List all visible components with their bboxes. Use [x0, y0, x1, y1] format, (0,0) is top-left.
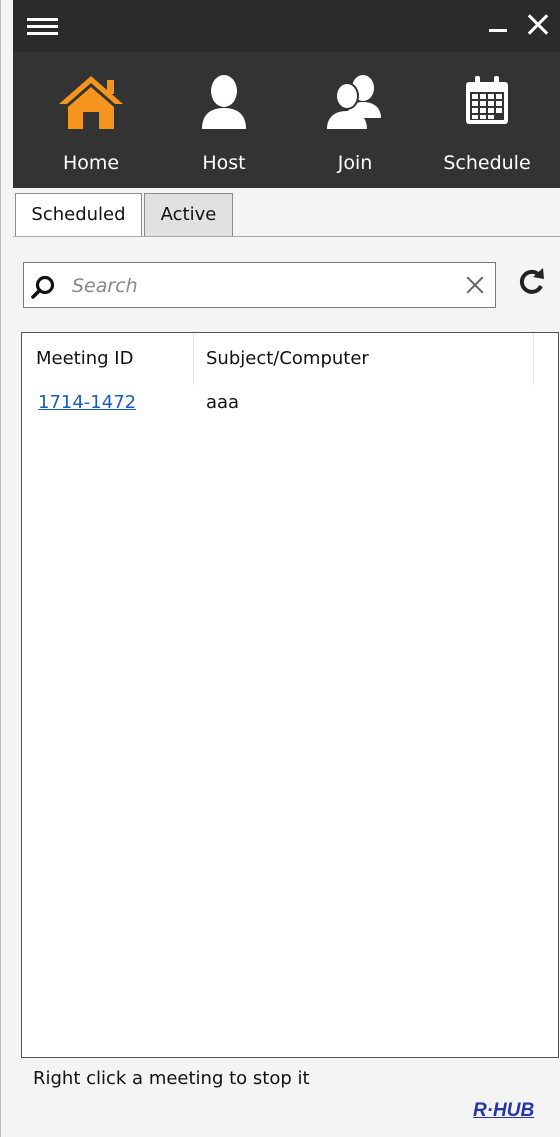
table-header: Meeting ID Subject/Computer [22, 333, 558, 385]
tab-scheduled[interactable]: Scheduled [15, 193, 142, 236]
toolbar-label-home: Home [62, 152, 120, 174]
column-header-meeting-id[interactable]: Meeting ID [22, 333, 194, 385]
person-icon [202, 75, 246, 129]
table-row[interactable]: 1714-1472 aaa [22, 385, 558, 421]
minimize-icon[interactable] [481, 8, 515, 42]
close-icon[interactable] [521, 8, 555, 42]
hamburger-icon[interactable] [27, 18, 58, 36]
clear-search-icon[interactable] [462, 272, 488, 298]
hint-text: Right click a meeting to stop it [33, 1068, 310, 1089]
toolbar-item-schedule[interactable]: Schedule [427, 52, 547, 188]
calendar-icon [466, 76, 508, 124]
refresh-icon[interactable] [513, 264, 549, 300]
main-toolbar: Home Host Join Schedule [13, 52, 560, 188]
meeting-subject: aaa [206, 392, 240, 413]
search-box [23, 262, 496, 308]
people-icon [327, 75, 381, 129]
search-input[interactable] [70, 269, 464, 303]
app-window: Home Host Join Schedule Scheduled Active… [0, 0, 560, 1137]
meetings-table: Meeting ID Subject/Computer 1714-1472 aa… [21, 332, 559, 1058]
toolbar-label-host: Host [202, 152, 246, 174]
toolbar-item-home[interactable]: Home [31, 52, 151, 188]
tabs-divider [13, 236, 560, 237]
home-icon [59, 76, 123, 129]
toolbar-label-join: Join [337, 152, 373, 174]
toolbar-item-join[interactable]: Join [295, 52, 415, 188]
meeting-id-link[interactable]: 1714-1472 [38, 385, 136, 421]
title-bar [13, 0, 560, 52]
rhub-logo[interactable]: R·HUB [473, 1100, 534, 1122]
tab-active[interactable]: Active [144, 193, 233, 236]
toolbar-item-host[interactable]: Host [164, 52, 284, 188]
toolbar-label-schedule: Schedule [443, 152, 531, 174]
column-header-subject[interactable]: Subject/Computer [194, 333, 534, 385]
search-icon [31, 275, 55, 299]
